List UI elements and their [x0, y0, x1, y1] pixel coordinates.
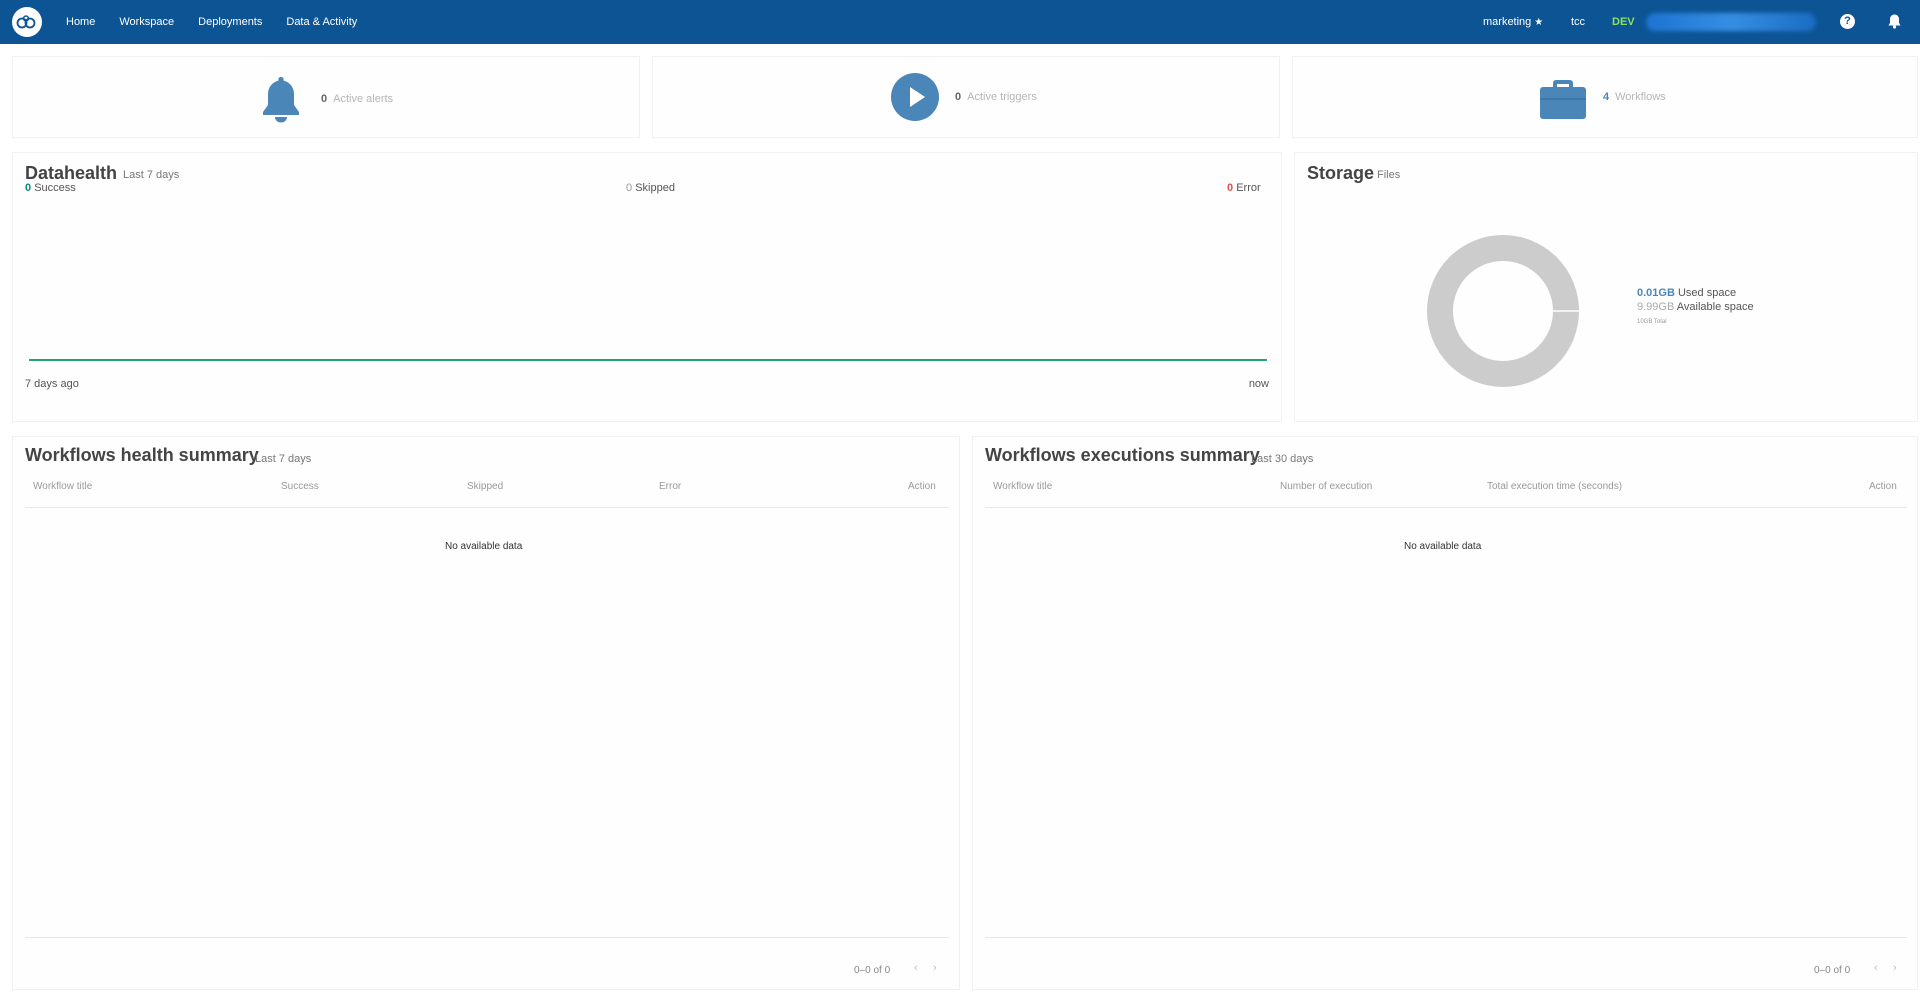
next-page-icon[interactable]: › [1893, 962, 1897, 974]
storage-available-legend: 9.99GB Available space [1637, 301, 1754, 313]
briefcase-icon [1540, 80, 1586, 119]
top-navbar: Home Workspace Deployments Data & Activi… [0, 0, 1920, 44]
executions-summary-panel: Workflows executions summary Last 30 day… [972, 436, 1918, 990]
play-icon [891, 73, 939, 121]
col-skipped[interactable]: Skipped [467, 481, 503, 492]
storage-subtitle: Files [1377, 169, 1401, 181]
health-summary-panel: Workflows health summary Last 7 days Wor… [12, 436, 960, 990]
empty-state: No available data [1404, 541, 1482, 552]
help-icon[interactable]: ? [1840, 14, 1855, 29]
workflows-label: Workflows [1615, 91, 1666, 103]
success-label: Success [34, 182, 76, 194]
alerts-count: 0 [321, 93, 328, 105]
storage-used-legend: 0.01GB Used space [1637, 287, 1736, 299]
pagination-info: 0–0 of 0 [1814, 965, 1851, 976]
storage-total: 10GB Total [1637, 319, 1667, 325]
star-icon: ★ [1534, 17, 1544, 28]
storage-panel: Storage Files 0.01GB Used space 9.99GB A… [1294, 152, 1918, 422]
error-label: Error [1236, 182, 1261, 194]
col-total-execution-time[interactable]: Total execution time (seconds) [1487, 481, 1622, 492]
health-summary-title: Workflows health summary [25, 445, 259, 465]
health-summary-subtitle: Last 7 days [255, 453, 312, 465]
executions-summary-title: Workflows executions summary [985, 445, 1260, 465]
success-count: 0 [25, 182, 32, 194]
user-label[interactable]: tcc [1571, 16, 1585, 28]
alerts-card[interactable]: 0 Active alerts [12, 56, 640, 138]
used-label: Used space [1677, 287, 1737, 299]
datahealth-subtitle: Last 7 days [123, 169, 180, 181]
available-label: Available space [1676, 301, 1754, 313]
app-logo[interactable] [12, 7, 42, 37]
nav-deployments[interactable]: Deployments [198, 16, 262, 28]
storage-donut-chart [1427, 235, 1579, 387]
error-stat: 0 Error [1227, 182, 1261, 194]
error-count: 0 [1227, 182, 1234, 194]
col-action: Action [908, 481, 936, 492]
logo-icon [16, 15, 36, 29]
prev-page-icon[interactable]: ‹ [1874, 962, 1878, 974]
col-workflow-title[interactable]: Workflow title [993, 481, 1052, 492]
table-footer-divider [25, 937, 949, 938]
skipped-stat: 0 Skipped [626, 182, 675, 194]
col-success[interactable]: Success [281, 481, 319, 492]
used-value: 0.01GB [1637, 287, 1675, 299]
table-footer-divider [985, 937, 1907, 938]
datahealth-start-label: 7 days ago [25, 378, 79, 390]
triggers-count: 0 [955, 91, 962, 103]
bell-icon [263, 77, 299, 123]
datahealth-line [29, 359, 1267, 361]
triggers-label: Active triggers [967, 91, 1037, 103]
workspace-name: marketing [1483, 16, 1532, 28]
nav-home[interactable]: Home [66, 16, 95, 28]
success-stat: 0 Success [25, 182, 76, 194]
datahealth-panel: Datahealth Last 7 days 0 Success 0 Skipp… [12, 152, 1282, 422]
next-page-icon[interactable]: › [933, 962, 937, 974]
prev-page-icon[interactable]: ‹ [914, 962, 918, 974]
main-nav: Home Workspace Deployments Data & Activi… [66, 0, 357, 44]
storage-title: Storage [1307, 163, 1375, 183]
pagination-info: 0–0 of 0 [854, 965, 891, 976]
redacted-account-info [1646, 13, 1816, 31]
workflows-card[interactable]: 4 Workflows [1292, 56, 1918, 138]
nav-workspace[interactable]: Workspace [119, 16, 174, 28]
alerts-label: Active alerts [333, 93, 394, 105]
col-error[interactable]: Error [659, 481, 681, 492]
col-workflow-title[interactable]: Workflow title [33, 481, 92, 492]
available-value: 9.99GB [1637, 301, 1675, 313]
empty-state: No available data [445, 541, 523, 552]
col-action: Action [1869, 481, 1897, 492]
triggers-card[interactable]: 0 Active triggers [652, 56, 1280, 138]
skipped-label: Skipped [635, 182, 675, 194]
datahealth-title: Datahealth [25, 163, 118, 183]
col-number-of-execution[interactable]: Number of execution [1280, 481, 1372, 492]
datahealth-end-label: now [1248, 378, 1269, 390]
skipped-count: 0 [626, 182, 633, 194]
notifications-bell-icon[interactable] [1888, 14, 1901, 29]
workspace-selector[interactable]: marketing ★ [1483, 16, 1543, 28]
env-badge[interactable]: DEV [1612, 16, 1635, 28]
nav-data-activity[interactable]: Data & Activity [286, 16, 357, 28]
workflows-count: 4 [1603, 91, 1610, 103]
table-header-divider [985, 507, 1907, 508]
executions-summary-subtitle: Last 30 days [1251, 453, 1314, 465]
table-header-divider [25, 507, 949, 508]
